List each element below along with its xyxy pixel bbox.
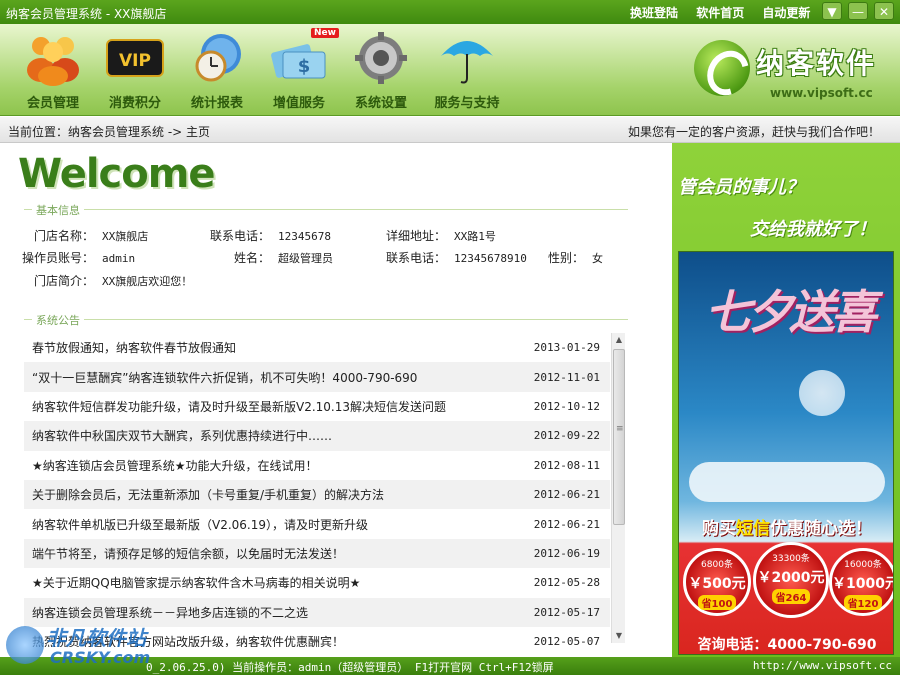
scroll-down-icon[interactable]: ▼ bbox=[612, 629, 626, 643]
gear-icon bbox=[349, 30, 413, 86]
cooperation-promo[interactable]: 如果您有一定的客户资源，赶快与我们合作吧！ bbox=[628, 123, 880, 140]
gender-field: 性别：女 bbox=[548, 251, 604, 265]
main-panel: Welcome 基本信息 门店名称： XX旗舰店 联系电话： 12345678 详细… bbox=[0, 143, 672, 657]
toolbar-members[interactable]: 会员管理 bbox=[14, 30, 92, 112]
vip-card-icon: VIP bbox=[103, 30, 167, 86]
new-badge: New bbox=[311, 28, 339, 38]
operator-name-value: 超级管理员 bbox=[278, 252, 334, 265]
logo-url: www.vipsoft.cc bbox=[770, 86, 873, 100]
umbrella-icon bbox=[435, 30, 499, 86]
ad-slogan-1: 管会员的事儿？ bbox=[678, 177, 804, 198]
svg-text:VIP: VIP bbox=[119, 51, 151, 71]
software-home-link[interactable]: 软件首页 bbox=[696, 6, 744, 20]
consult-phone: 咨询电话：4000-790-690 bbox=[697, 637, 877, 653]
svg-text:$: $ bbox=[298, 56, 311, 77]
watermark-text: 非凡软件站 bbox=[46, 626, 146, 650]
notice-scrollbar[interactable]: ▲ ▼ bbox=[611, 333, 625, 643]
breadcrumb-bar: 当前位置：纳客会员管理系统 -> 主页 如果您有一定的客户资源，赶快与我们合作吧… bbox=[0, 117, 900, 143]
toolbar-value-added-label: 增值服务 bbox=[272, 96, 325, 111]
store-phone-field: 联系电话： 12345678 bbox=[210, 229, 331, 243]
scroll-up-icon[interactable]: ▲ bbox=[612, 333, 626, 347]
address-field: 详细地址： XX路1号 bbox=[386, 229, 496, 243]
address-value: XX路1号 bbox=[454, 230, 496, 243]
window-controls: ▼ — ✕ bbox=[822, 2, 894, 20]
logo-name: 纳客软件 bbox=[756, 47, 877, 80]
status-url[interactable]: http://www.vipsoft.cc bbox=[753, 659, 892, 672]
auto-update-link[interactable]: 自动更新 bbox=[762, 6, 810, 20]
list-item[interactable]: 纳客软件单机版已升级至最新版（V2.06.19），请及时更新升级 2012-06-… bbox=[24, 509, 610, 538]
clock-globe-icon bbox=[185, 30, 249, 86]
toolbar-members-label: 会员管理 bbox=[26, 96, 79, 111]
scroll-thumb[interactable] bbox=[613, 349, 625, 525]
offer-2000[interactable]: 33300条 ￥2000元 省264 bbox=[753, 542, 829, 618]
notice-section: 系统公告 bbox=[24, 312, 628, 328]
title-links: 换班登陆 软件首页 自动更新 bbox=[630, 4, 824, 21]
title-bar: 纳客会员管理系统 - XX旗舰店 换班登陆 软件首页 自动更新 ▼ — ✕ bbox=[0, 0, 900, 24]
list-item[interactable]: 春节放假通知，纳客软件春节放假通知 2013-01-29 bbox=[24, 333, 610, 362]
members-icon bbox=[21, 30, 85, 86]
shift-login-link[interactable]: 换班登陆 bbox=[630, 6, 678, 20]
list-item[interactable]: “双十一巨慧酬宾”纳客连锁软件六折促销，机不可失哟！4000-790-690 20… bbox=[24, 362, 610, 392]
festival-title: 七夕送喜 bbox=[705, 285, 877, 339]
list-item[interactable]: ★纳客连锁店会员管理系统★功能大升级，在线试用！ 2012-08-11 bbox=[24, 451, 610, 480]
vendor-logo: 纳客软件 www.vipsoft.cc bbox=[690, 34, 890, 108]
toolbar-support-label: 服务与支持 bbox=[434, 96, 500, 111]
ad-slogan-2: 交给我就好了！ bbox=[750, 219, 876, 240]
toolbar-value-added[interactable]: $ New 增值服务 bbox=[260, 28, 339, 112]
toolbar-reports[interactable]: 统计报表 bbox=[178, 30, 256, 112]
minimize-button[interactable]: — bbox=[848, 2, 868, 20]
notice-list: 春节放假通知，纳客软件春节放假通知 2013-01-29 “双十一巨慧酬宾”纳客连… bbox=[24, 333, 610, 647]
sms-promo-banner[interactable]: 七夕送喜 购买短信优惠随心选！ 6800条 ￥500元 省100 33300条 … bbox=[678, 251, 894, 655]
moon-icon bbox=[799, 370, 845, 416]
list-item[interactable]: ★关于近期QQ电脑管家提示纳客软件含木马病毒的相关说明★ 2012-05-28 bbox=[24, 568, 610, 597]
notice-title: 系统公告 bbox=[32, 312, 84, 328]
toolbar-support[interactable]: 服务与支持 bbox=[428, 30, 506, 112]
sms-headline: 购买短信优惠随心选！ bbox=[702, 519, 872, 539]
operator-phone-field: 联系电话： 12345678910 bbox=[386, 251, 527, 265]
site-watermark: 非凡软件站 CRSKY.com bbox=[0, 620, 160, 675]
gender-value: 女 bbox=[592, 252, 604, 265]
sms-offers: 6800条 ￥500元 省100 33300条 ￥2000元 省264 1600… bbox=[683, 542, 893, 624]
welcome-heading: Welcome bbox=[18, 151, 216, 197]
store-phone-value: 12345678 bbox=[278, 230, 331, 243]
offer-1000[interactable]: 16000条 ￥1000元 省120 bbox=[829, 548, 893, 616]
window-title: 纳客会员管理系统 - XX旗舰店 bbox=[6, 7, 167, 21]
toolbar-consumption[interactable]: VIP 消费积分 bbox=[96, 30, 174, 112]
cloud-icon bbox=[689, 462, 885, 502]
watermark-icon bbox=[6, 626, 44, 664]
toolbar-settings-label: 系统设置 bbox=[354, 96, 407, 111]
list-item[interactable]: 纳客软件中秋国庆双节大酬宾，系列优惠持续进行中…… 2012-09-22 bbox=[24, 421, 610, 451]
list-item[interactable]: 纳客软件短信群发功能升级，请及时升级至最新版V2.10.13解决短信发送问题 20… bbox=[24, 392, 610, 421]
watermark-sub: CRSKY.com bbox=[50, 648, 151, 667]
store-name-field: 门店名称： XX旗舰店 bbox=[34, 229, 149, 243]
operator-value: admin bbox=[102, 252, 136, 265]
store-intro-field: 门店简介： XX旗舰店欢迎您！ bbox=[34, 274, 193, 288]
ad-panel[interactable]: 管会员的事儿？ 交给我就好了！ 七夕送喜 购买短信优惠随心选！ 6800条 ￥5… bbox=[672, 143, 900, 657]
operator-name-field: 姓名： 超级管理员 bbox=[234, 251, 334, 265]
close-button[interactable]: ✕ bbox=[874, 2, 894, 20]
toolbar-reports-label: 统计报表 bbox=[190, 96, 243, 111]
basic-info-title: 基本信息 bbox=[32, 202, 84, 218]
main-toolbar: 会员管理 VIP 消费积分 统计报表 $ New 增值服务 系统设置 服务与支持… bbox=[0, 24, 900, 116]
money-card-icon: $ New bbox=[267, 28, 339, 86]
operator-phone-value: 12345678910 bbox=[454, 252, 527, 265]
status-operator: 0_2.06.25.0) 当前操作员：admin（超级管理员） F1打开官网 C… bbox=[146, 661, 554, 674]
offer-500[interactable]: 6800条 ￥500元 省100 bbox=[683, 548, 751, 616]
list-item[interactable]: 端午节将至，请预存足够的短信余额，以免届时无法发送！ 2012-06-19 bbox=[24, 538, 610, 569]
store-intro-value: XX旗舰店欢迎您！ bbox=[102, 275, 193, 288]
list-item[interactable]: 关于删除会员后，无法重新添加（卡号重复/手机重复）的解决方法 2012-06-21 bbox=[24, 479, 610, 510]
basic-info-section: 基本信息 bbox=[24, 202, 628, 218]
store-name-value: XX旗舰店 bbox=[102, 230, 149, 243]
toolbar-consumption-label: 消费积分 bbox=[108, 96, 161, 111]
operator-field: 操作员账号： admin bbox=[22, 251, 136, 265]
logo-icon bbox=[694, 40, 750, 96]
menu-dropdown-button[interactable]: ▼ bbox=[822, 2, 842, 20]
breadcrumb: 当前位置：纳客会员管理系统 -> 主页 bbox=[8, 125, 211, 139]
toolbar-settings[interactable]: 系统设置 bbox=[342, 30, 420, 112]
